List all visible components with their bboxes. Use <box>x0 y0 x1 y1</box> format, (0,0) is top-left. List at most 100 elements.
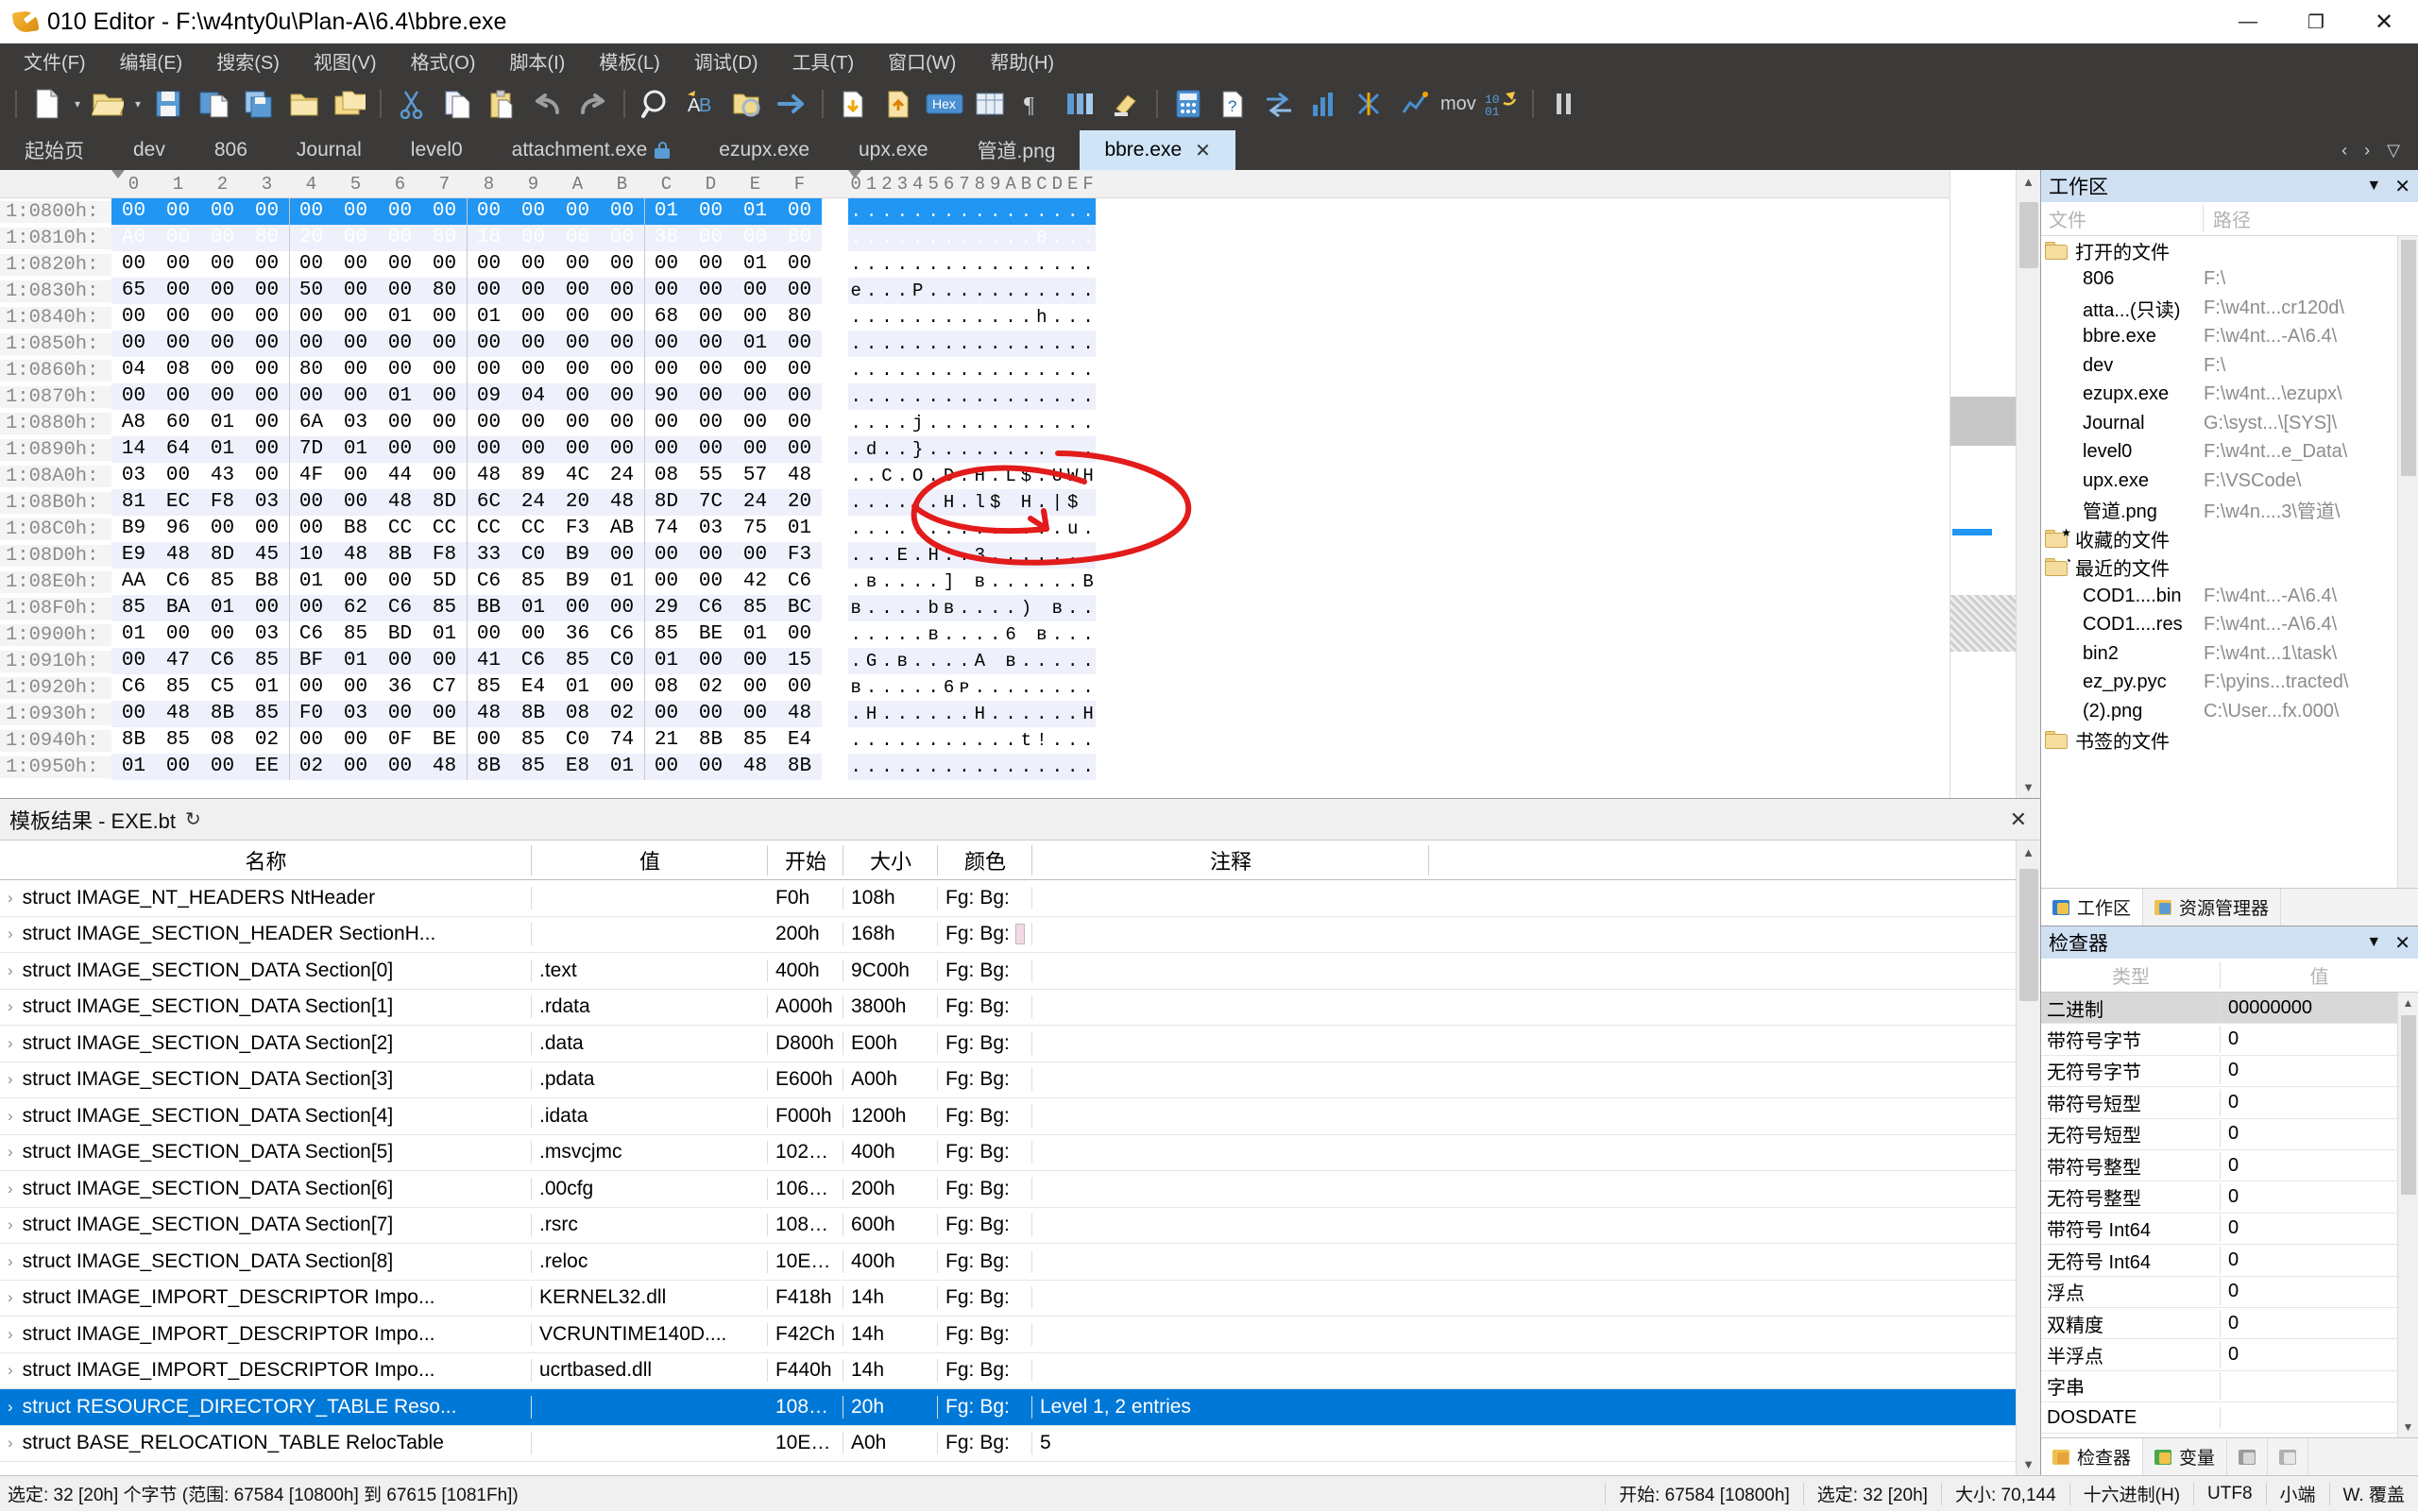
pause-icon[interactable] <box>1544 84 1584 124</box>
hex-byte[interactable]: 00 <box>245 278 289 304</box>
hex-byte[interactable]: 00 <box>378 648 422 674</box>
ascii-char[interactable]: W <box>1064 463 1080 489</box>
hex-byte[interactable]: A8 <box>111 410 156 436</box>
ascii-char[interactable]: . <box>1034 516 1049 542</box>
hex-byte[interactable]: 64 <box>156 436 200 463</box>
hex-byte[interactable]: 00 <box>111 251 156 278</box>
chevron-right-icon[interactable]: › <box>8 889 13 908</box>
hex-byte[interactable]: 48 <box>733 754 777 780</box>
col-value[interactable]: 值 <box>532 845 768 875</box>
hex-byte[interactable]: 00 <box>200 251 245 278</box>
ascii-char[interactable]: . <box>1018 436 1034 463</box>
tab-more[interactable] <box>2268 1438 2309 1475</box>
hex-byte[interactable]: 00 <box>467 251 511 278</box>
hex-row[interactable]: 1:0860h: 04 08 00 00 80 00 00 00 00 00 00 00 00 00 00 00… <box>0 357 1950 383</box>
hex-byte[interactable]: 00 <box>289 674 333 701</box>
hex-byte[interactable]: AB <box>600 516 644 542</box>
table-row[interactable]: › struct RESOURCE_DIRECTORY_TABLE Reso...… <box>0 1389 2016 1426</box>
columns-icon[interactable] <box>1061 84 1100 124</box>
hex-row[interactable]: 1:08B0h: 81 EC F8 03 00 00 48 8D 6C 24 20 48 8D 7C 24 20… <box>0 489 1950 516</box>
ascii-char[interactable]: . <box>988 410 1003 436</box>
ascii-char[interactable]: E <box>894 542 911 569</box>
hex-byte[interactable]: 00 <box>511 621 555 648</box>
hex-byte[interactable]: 8B <box>467 754 511 780</box>
ascii-char[interactable]: . <box>957 621 972 648</box>
hex-row[interactable]: 1:0940h: 8B 85 08 02 00 00 0F BE 00 85 C0 74 21 8B 85 E4… <box>0 727 1950 754</box>
ascii-char[interactable]: . <box>941 383 957 410</box>
ascii-char[interactable]: . <box>910 383 926 410</box>
hex-byte[interactable]: 48 <box>378 489 422 516</box>
ascii-char[interactable]: . <box>988 304 1003 331</box>
ascii-char[interactable]: . <box>972 251 987 278</box>
ascii-char[interactable]: . <box>941 225 957 251</box>
ascii-char[interactable]: . <box>1034 357 1049 383</box>
hex-byte[interactable]: 00 <box>200 357 245 383</box>
hex-byte[interactable]: 09 <box>467 383 511 410</box>
inspector-rows[interactable]: 二进制 00000000 带符号字节 0 无符号字节 0 带符号短型 0 无符号短型 0 带符号整型… <box>2041 993 2397 1437</box>
hex-byte[interactable]: 00 <box>689 569 733 595</box>
hex-byte[interactable]: 00 <box>777 383 822 410</box>
ascii-char[interactable]: . <box>863 383 879 410</box>
hex-byte[interactable]: E9 <box>111 542 156 569</box>
ascii-char[interactable]: . <box>1034 674 1049 701</box>
ascii-char[interactable]: . <box>987 436 1003 463</box>
hex-byte[interactable]: 00 <box>555 225 600 251</box>
ascii-char[interactable]: . <box>957 463 972 489</box>
ascii-char[interactable]: . <box>879 516 894 542</box>
menu-templates[interactable]: 模板(L) <box>585 43 673 78</box>
chevron-right-icon[interactable]: › <box>8 1107 13 1126</box>
ascii-char[interactable]: ʙ <box>848 595 864 621</box>
ascii-char[interactable]: . <box>972 436 988 463</box>
cut-icon[interactable] <box>392 84 432 124</box>
hex-byte[interactable]: 00 <box>156 383 200 410</box>
col-file[interactable]: 文件 <box>2041 205 2204 232</box>
hex-byte[interactable]: 00 <box>333 251 378 278</box>
row-name-cell[interactable]: › struct IMAGE_IMPORT_DESCRIPTOR Impo... <box>0 1359 532 1382</box>
ascii-char[interactable]: . <box>1064 727 1080 754</box>
ascii-char[interactable]: . <box>878 648 895 674</box>
hex-byte[interactable]: 00 <box>245 595 289 621</box>
hex-byte[interactable]: 50 <box>289 278 333 304</box>
ascii-char[interactable]: . <box>926 304 941 331</box>
hex-byte[interactable]: 00 <box>555 278 600 304</box>
ascii-char[interactable]: . <box>972 198 988 225</box>
ascii-char[interactable]: . <box>878 383 895 410</box>
list-item[interactable]: atta...(只读) F:\w4nt...cr120d\ <box>2041 294 2397 323</box>
hex-byte[interactable]: 00 <box>555 436 600 463</box>
hex-byte[interactable]: 48 <box>156 542 200 569</box>
close-icon[interactable]: ✕ <box>2394 175 2410 198</box>
chevron-right-icon[interactable]: › <box>8 1361 13 1380</box>
hex-byte[interactable]: B8 <box>333 516 378 542</box>
hex-byte[interactable]: 00 <box>289 489 333 516</box>
hex-byte[interactable]: 00 <box>422 463 467 489</box>
row-name-cell[interactable]: › struct IMAGE_SECTION_DATA Section[3] <box>0 1068 532 1091</box>
ascii-char[interactable]: . <box>894 410 910 436</box>
close-icon[interactable]: ✕ <box>2394 931 2410 955</box>
hex-byte[interactable]: 00 <box>555 595 600 621</box>
ascii-char[interactable]: . <box>894 463 910 489</box>
ascii-char[interactable]: . <box>1064 648 1081 674</box>
ascii-char[interactable]: b <box>925 595 942 621</box>
hex-byte[interactable]: 00 <box>289 198 333 225</box>
hex-byte[interactable]: 00 <box>333 754 378 780</box>
list-item[interactable]: 管道.png F:\w4n....3\管道\ <box>2041 496 2397 525</box>
ascii-char[interactable]: . <box>988 727 1003 754</box>
ascii-char[interactable]: . <box>848 436 864 463</box>
ascii-char[interactable]: H <box>1018 489 1034 516</box>
row-color-cell[interactable]: Fg: Bg: <box>938 960 1032 982</box>
inspector-value[interactable]: 0 <box>2221 1313 2397 1334</box>
inspector-value[interactable]: 00000000 <box>2221 997 2397 1019</box>
ascii-char[interactable]: . <box>1002 542 1019 569</box>
ascii-char[interactable]: . <box>848 198 864 225</box>
ascii-char[interactable]: . <box>941 304 956 331</box>
ascii-char[interactable]: . <box>941 331 957 357</box>
row-name-cell[interactable]: › struct IMAGE_SECTION_DATA Section[0] <box>0 960 532 982</box>
hex-byte[interactable]: 00 <box>555 251 600 278</box>
hex-byte[interactable]: 85 <box>511 754 555 780</box>
hex-byte[interactable]: 00 <box>600 595 644 621</box>
ascii-char[interactable]: . <box>1049 357 1064 383</box>
hex-byte[interactable]: 8B <box>511 701 555 727</box>
hex-byte[interactable]: 4C <box>555 463 600 489</box>
row-color-cell[interactable]: Fg: Bg: <box>938 1214 1032 1236</box>
hex-byte[interactable]: 00 <box>378 331 422 357</box>
